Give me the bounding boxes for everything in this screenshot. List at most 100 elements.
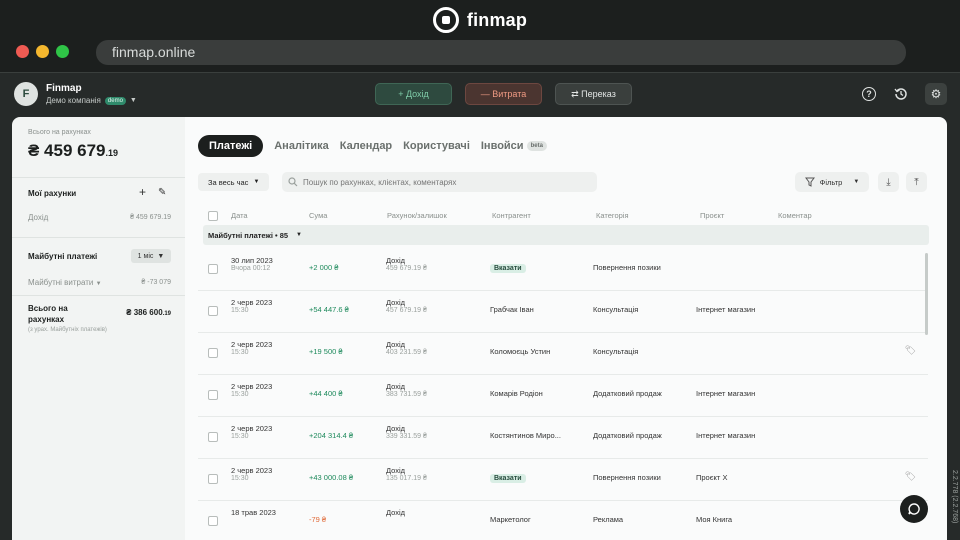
filter-button[interactable]: Фільтр ▼ [795,172,869,192]
chevron-down-icon: ▼ [157,252,165,260]
future-payments-group[interactable]: Майбутні платежі • 85 ▼ [203,225,929,245]
add-income-button[interactable]: + Дохід [375,83,452,105]
chevron-down-icon: ▼ [95,281,102,287]
history-icon[interactable] [892,85,910,103]
table-row[interactable]: 2 черв 2023 15:30 +54 447.6 ₴ Дохід 457 67… [198,291,928,333]
future-expenses-value: ₴ -73 079 [141,279,171,286]
row-amount: +2 000 ₴ [309,263,339,272]
add-account-icon[interactable]: + [139,185,146,199]
row-date: 2 черв 2023 15:30 [231,466,273,482]
period-select[interactable]: За весь час ▼ [198,173,270,191]
divider [12,237,185,238]
chevron-down-icon: ▼ [129,97,137,104]
table-row[interactable]: 2 черв 2023 15:30 +44 400 ₴ Дохід 383 731.… [198,375,928,417]
future-period-select[interactable]: 1 міс ▼ [131,249,171,263]
edit-pencil-icon[interactable]: ✎ [158,187,166,198]
row-checkbox[interactable] [208,264,218,274]
row-amount: +44 400 ₴ [309,389,343,398]
row-account: Дохід 339 331.59 ₴ [386,424,427,440]
row-date: 18 трав 2023 [231,508,276,517]
table-scrollbar[interactable] [925,253,928,335]
table-row[interactable]: 18 трав 2023 -79 ₴ Дохід Маркетолог Рекл… [198,501,928,540]
add-expense-button[interactable]: — Витрата [465,83,542,105]
tab-invoices[interactable]: Інвойси beta [481,140,547,152]
main-panel: Платежі Аналітика Календар Користувачі І… [185,117,947,540]
row-account: Дохід 459 679.19 ₴ [386,256,427,272]
my-accounts-title: Мої рахунки [28,189,77,198]
row-checkbox[interactable] [208,432,218,442]
chevron-down-icon: ▼ [253,179,260,185]
app-version: 2.2.778 (2.2.768) [951,470,958,524]
finmap-logo-icon [432,7,459,33]
tab-payments[interactable]: Платежі [198,135,264,157]
account-balance: ₴ 459 679.19 [130,214,171,221]
row-account: Дохід 403 231.59 ₴ [386,340,427,356]
tab-analytics[interactable]: Аналітика [274,140,329,152]
company-name: Finmap [46,83,82,94]
search-input[interactable] [303,177,583,187]
download-icon[interactable]: ⤓ [878,172,899,192]
chat-bubble-icon[interactable] [900,495,928,523]
tab-users[interactable]: Користувачі [403,140,470,152]
row-amount: +204 314.4 ₴ [309,431,354,440]
row-counterparty[interactable]: Вказати [490,263,526,273]
tag-icon[interactable]: 🏷 [905,345,916,356]
column-category[interactable]: Категорія [596,211,629,220]
table-header: Дата Сума Рахунок/залишок Контрагент Кат… [198,209,933,223]
row-account: Дохід [386,508,406,517]
column-project[interactable]: Проєкт [700,211,724,220]
minimize-window-button[interactable] [36,45,49,58]
tab-calendar[interactable]: Календар [340,140,392,152]
total-balance-label: Всього на рахунках [28,129,91,136]
row-checkbox[interactable] [208,348,218,358]
row-category: Додатковий продаж [593,431,662,440]
tag-icon[interactable]: 🏷 [905,471,916,482]
row-category: Реклама [593,515,624,524]
select-all-checkbox[interactable] [208,211,218,221]
row-counterparty: Комарів Родіон [490,389,543,398]
future-expenses-label[interactable]: Майбутні витрати ▼ [28,278,102,287]
row-checkbox[interactable] [208,474,218,484]
table-row[interactable]: 2 черв 2023 15:30 +43 000.08 ₴ Дохід 135 0… [198,459,928,501]
row-checkbox[interactable] [208,306,218,316]
company-switcher[interactable]: F Finmap Демо компанія demo ▼ [14,82,137,106]
add-transfer-button[interactable]: ⇄ Переказ [555,83,632,105]
table-row[interactable]: 30 лип 2023 Вчора 00:12 +2 000 ₴ Дохід 459… [198,249,928,291]
column-counterparty[interactable]: Контрагент [492,211,531,220]
row-amount: +19 500 ₴ [309,347,343,356]
row-counterparty: Маркетолог [490,515,531,524]
total-with-future-note: (з урах. Майбутніх платежів) [28,327,107,333]
row-counterparty: Коломоєць Устин [490,347,551,356]
row-date: 30 лип 2023 Вчора 00:12 [231,256,273,272]
column-date[interactable]: Дата [231,211,248,220]
row-project: Проєкт X [696,473,728,482]
beta-badge: beta [526,141,547,152]
row-account: Дохід 383 731.59 ₴ [386,382,427,398]
row-counterparty[interactable]: Вказати [490,473,526,483]
row-project: Інтернет магазин [696,389,756,398]
row-counterparty: Грабчак Іван [490,305,534,314]
table-row[interactable]: 2 черв 2023 15:30 +19 500 ₴ Дохід 403 231.… [198,333,928,375]
account-name[interactable]: Дохід [28,213,48,222]
table-row[interactable]: 2 черв 2023 15:30 +204 314.4 ₴ Дохід 339 3… [198,417,928,459]
specify-tag[interactable]: Вказати [490,474,526,483]
column-amount[interactable]: Сума [309,211,327,220]
close-window-button[interactable] [16,45,29,58]
specify-tag[interactable]: Вказати [490,264,526,273]
settings-gear-icon[interactable]: ⚙ [925,83,947,105]
row-category: Додатковий продаж [593,389,662,398]
address-bar[interactable]: finmap.online [96,40,906,65]
column-comment[interactable]: Коментар [778,211,812,220]
maximize-window-button[interactable] [56,45,69,58]
tabs: Платежі Аналітика Календар Користувачі І… [198,135,547,157]
window-controls [16,45,69,58]
help-icon[interactable]: ? [862,87,876,101]
row-checkbox[interactable] [208,390,218,400]
chevron-down-icon: ▼ [296,232,302,238]
upload-icon[interactable]: ⤒ [906,172,927,192]
total-with-future-title: Всього на рахунках [28,304,68,324]
row-category: Повернення позики [593,473,661,482]
column-account[interactable]: Рахунок/залишок [387,211,447,220]
row-checkbox[interactable] [208,516,218,526]
row-date: 2 черв 2023 15:30 [231,340,273,356]
